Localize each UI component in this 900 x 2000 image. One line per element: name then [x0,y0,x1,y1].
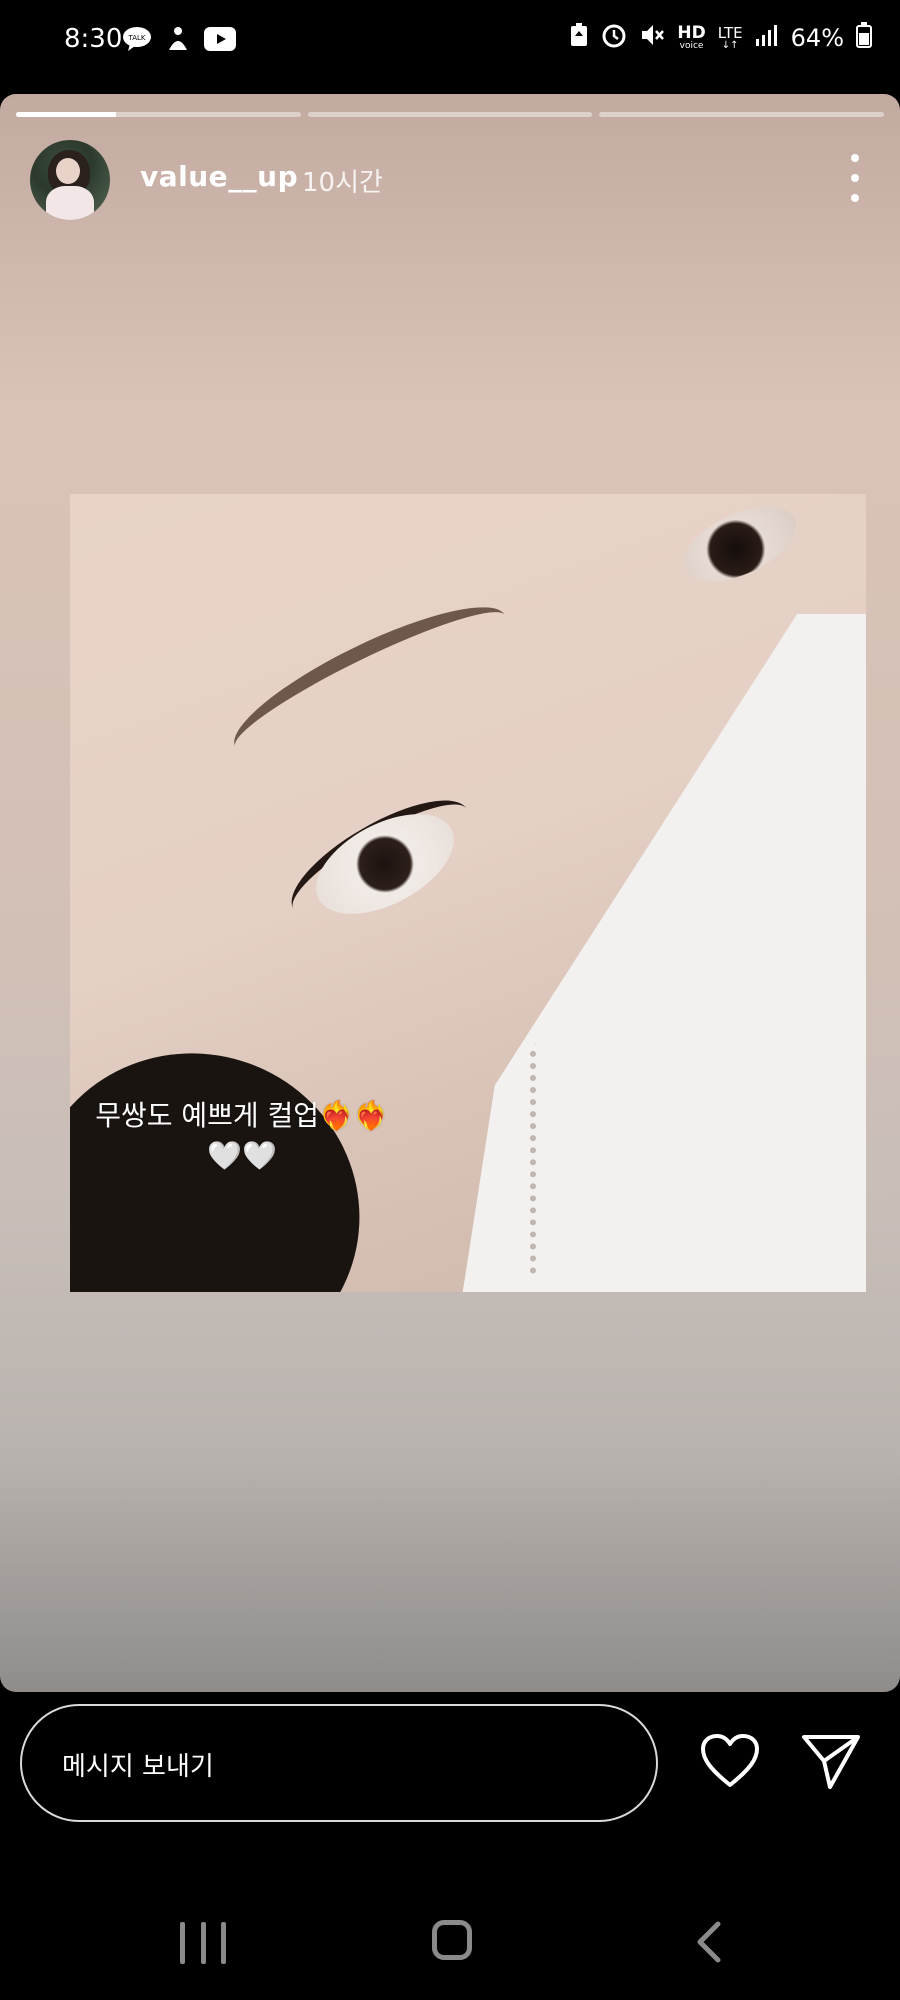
caption-hearts: 🤍🤍 [207,1139,277,1172]
battery-percent: 64% [790,24,844,52]
progress-segment [599,112,885,117]
status-right-icons: HD voice LTE ↓↑ 64% [569,22,872,54]
youtube-icon [204,27,236,51]
svg-text:TALK: TALK [127,34,145,42]
lte-label: LTE [717,23,743,42]
system-nav-bar [0,1900,900,2000]
hd-voice-icon: HD voice [677,25,705,51]
battery-icon [856,22,872,54]
mute-icon [639,22,665,54]
story-progress [16,112,885,117]
lte-icon: LTE ↓↑ [717,23,743,51]
message-placeholder: 메시지 보내기 [62,1752,214,1782]
progress-segment [16,112,301,117]
recent-apps-icon[interactable] [180,1922,226,1964]
lte-arrows: ↓↑ [721,39,739,51]
post-time: 10시간 [302,168,383,198]
accessibility-icon [166,26,190,52]
heart-icon[interactable] [700,1733,760,1789]
battery-saver-icon [569,22,589,54]
more-options-icon[interactable] [840,154,870,202]
status-bar: 8:30 TALK HD voice LTE ↓↑ 64% [0,0,900,84]
status-time: 8:30 [64,24,123,54]
talk-icon: TALK [122,26,152,52]
eye [672,494,808,597]
voice-label: voice [679,41,704,51]
username[interactable]: value__up [140,160,298,193]
signal-icon [755,23,779,53]
caption-line: 무쌍도 예쁘게 컬업❤️‍🔥❤️‍🔥 [95,1099,389,1132]
eyebrow [218,581,522,781]
status-left-icons: TALK [122,26,236,52]
home-icon[interactable] [432,1920,472,1960]
story-header: value__up 10시간 [30,140,870,220]
message-input[interactable]: 메시지 보내기 [20,1704,658,1822]
story-viewer[interactable]: value__up 10시간 무쌍도 예쁘게 컬업❤️‍🔥❤️‍🔥 🤍🤍 [0,94,900,1692]
back-icon[interactable] [690,1920,730,1963]
alarm-icon [601,22,627,54]
hd-label: HD [677,23,706,43]
progress-segment [307,112,593,117]
avatar[interactable] [30,140,110,220]
paper-plane-icon[interactable] [800,1733,862,1791]
story-caption: 무쌍도 예쁘게 컬업❤️‍🔥❤️‍🔥 🤍🤍 [82,1096,402,1176]
